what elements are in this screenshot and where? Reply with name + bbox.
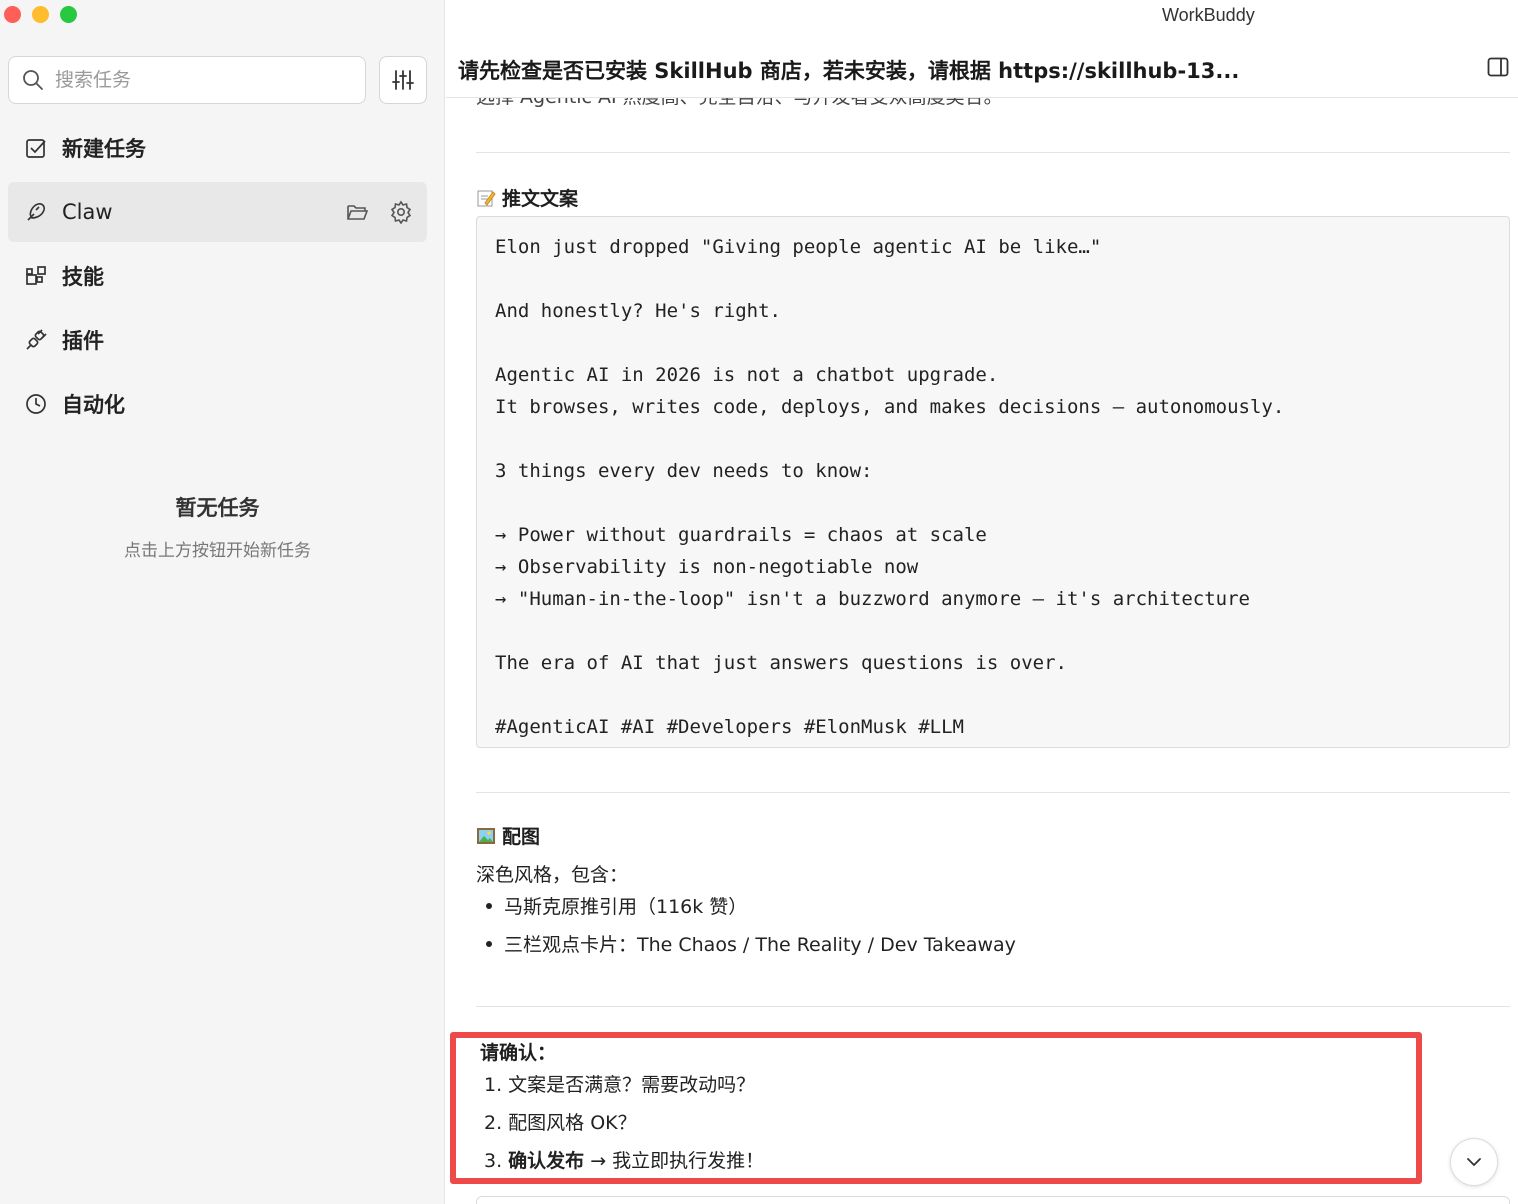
bullet-dot	[486, 940, 492, 947]
sidebar-item-label: 技能	[62, 265, 104, 289]
image-intro: 深色风格，包含：	[476, 864, 629, 886]
sliders-icon	[392, 70, 414, 90]
conversation-header: 请先检查是否已安装 SkillHub 商店，若未安装，请根据 https://s…	[446, 37, 1518, 98]
sidebar-item-plugins[interactable]: 插件	[8, 310, 427, 370]
claw-actions	[345, 200, 413, 224]
list-item-text: 马斯克原推引用（116k 赞）	[504, 896, 748, 918]
divider	[476, 152, 1510, 153]
folder-open-icon[interactable]	[345, 200, 369, 224]
code-line: #AgenticAI #AI #Developers #ElonMusk #LL…	[495, 716, 964, 738]
new-task-icon	[26, 139, 46, 158]
window-controls	[4, 6, 77, 23]
divider	[476, 1006, 1510, 1007]
confirm-item-3-rest: → 我立即执行发推！	[584, 1150, 765, 1172]
empty-state-title: 暂无任务	[175, 496, 260, 520]
confirm-item-3-prefix: 3.	[484, 1150, 509, 1172]
code-line: → Observability is non-negotiable now	[495, 556, 919, 578]
sidebar-item-label: 插件	[62, 329, 104, 353]
claw-icon	[27, 203, 45, 221]
image-section-label: 配图	[502, 826, 541, 848]
confirm-item-1: 1. 文案是否满意？需要改动吗？	[484, 1074, 756, 1096]
image-section-title: 配图	[476, 822, 540, 849]
bullet-dot	[486, 902, 492, 909]
code-line: → Power without guardrails = chaos at sc…	[495, 524, 987, 546]
code-line: Agentic AI in 2026 is not a chatbot upgr…	[495, 364, 999, 386]
search-icon	[23, 70, 43, 90]
code-line: It browses, writes code, deploys, and ma…	[495, 396, 1285, 418]
confirm-highlight-box: 请确认： 1. 文案是否满意？需要改动吗？ 2. 配图风格 OK？ 3. 确认发…	[450, 1032, 1422, 1184]
sidebar: 新建任务 Claw 技能 插件 自动化 暂无任务 点击上方按钮开始新任务	[0, 0, 445, 1204]
confirm-item-3: 3. 确认发布 → 我立即执行发推！	[484, 1146, 764, 1173]
code-line: 3 things every dev needs to know:	[495, 460, 873, 482]
skills-icon	[26, 266, 46, 285]
minimize-window-button[interactable]	[32, 6, 49, 23]
search-input[interactable]	[55, 69, 335, 91]
conversation-title: 请先检查是否已安装 SkillHub 商店，若未安装，请根据 https://s…	[458, 59, 1240, 83]
sidebar-nav: 新建任务 Claw 技能 插件 自动化	[8, 118, 427, 438]
sidebar-item-skills[interactable]: 技能	[8, 246, 427, 306]
sidebar-item-new-task[interactable]: 新建任务	[8, 118, 427, 178]
filter-button[interactable]	[379, 56, 427, 104]
clock-icon	[26, 394, 46, 414]
sidebar-item-label: 新建任务	[62, 137, 146, 161]
next-message-card	[476, 1196, 1510, 1204]
message-text: 选择 Agentic AI 热度高、完全自洽、与开发者受众高度契合。	[476, 98, 1003, 109]
tweet-section-label: 推文文案	[502, 188, 579, 210]
confirm-item-2: 2. 配图风格 OK？	[484, 1112, 637, 1134]
scroll-to-bottom-button[interactable]	[1450, 1138, 1498, 1186]
divider	[476, 792, 1510, 793]
code-line: Elon just dropped "Giving people agentic…	[495, 236, 1102, 258]
plugin-icon	[26, 329, 47, 350]
message-area: 选择 Agentic AI 热度高、完全自洽、与开发者受众高度契合。 推文文案 …	[446, 98, 1518, 1204]
empty-state-subtitle: 点击上方按钮开始新任务	[124, 541, 311, 561]
panel-toggle-icon[interactable]	[1486, 55, 1510, 79]
picture-icon	[477, 827, 495, 844]
list-item: 三栏观点卡片：The Chaos / The Reality / Dev Tak…	[486, 930, 1016, 957]
search-box[interactable]	[8, 56, 366, 104]
confirm-item-3-bold: 确认发布	[508, 1150, 585, 1172]
code-line: The era of AI that just answers question…	[495, 652, 1067, 674]
window-title: WorkBuddy	[1162, 5, 1255, 25]
tweet-section-title: 推文文案	[476, 184, 578, 211]
sidebar-item-label: 自动化	[62, 393, 125, 417]
tweet-code-block: Elon just dropped "Giving people agentic…	[476, 216, 1510, 748]
sidebar-item-automation[interactable]: 自动化	[8, 374, 427, 434]
list-item-text: 三栏观点卡片：The Chaos / The Reality / Dev Tak…	[504, 934, 1016, 956]
sidebar-item-claw[interactable]: Claw	[8, 182, 427, 242]
code-line: → "Human-in-the-loop" isn't a buzzword a…	[495, 588, 1250, 610]
list-item: 马斯克原推引用（116k 赞）	[486, 892, 747, 919]
confirm-title: 请确认：	[480, 1042, 557, 1064]
zoom-window-button[interactable]	[60, 6, 77, 23]
gear-icon[interactable]	[389, 200, 413, 224]
memo-icon	[477, 190, 496, 206]
code-line: And honestly? He's right.	[495, 300, 781, 322]
close-window-button[interactable]	[4, 6, 21, 23]
sidebar-item-label: Claw	[62, 200, 113, 224]
chevron-down-icon	[1467, 1158, 1481, 1167]
